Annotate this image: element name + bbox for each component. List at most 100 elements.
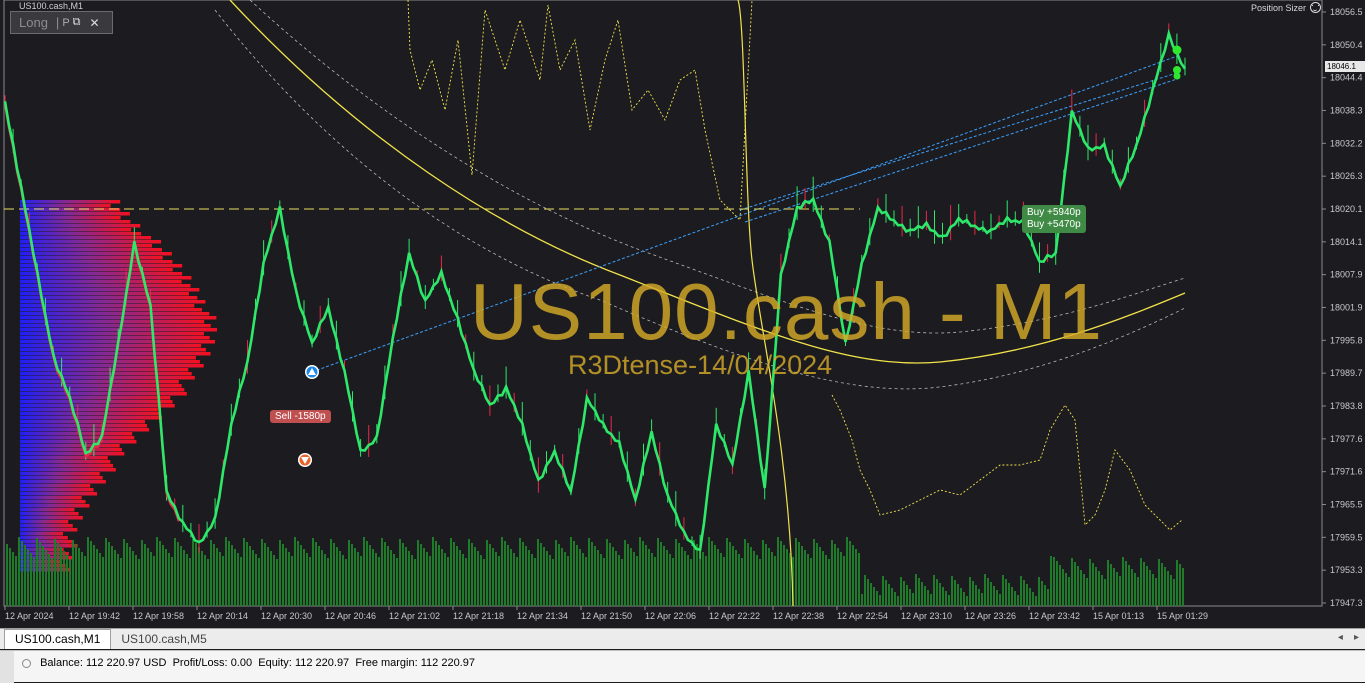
volume-bar [66, 555, 68, 606]
volume-bar [945, 591, 947, 606]
volume-bar [813, 539, 815, 606]
chevron-left-icon[interactable]: ◂ [1338, 632, 1343, 643]
volume-bar [1023, 580, 1025, 606]
restore-icon[interactable]: ⧉ [73, 16, 81, 29]
volume-bar [126, 543, 128, 606]
free-margin-label: Free margin: [355, 657, 418, 669]
volume-bar [498, 556, 500, 606]
volume-bar [1095, 567, 1097, 606]
volume-bar [918, 578, 920, 606]
volume-bar [912, 593, 914, 606]
tab-us100-m5[interactable]: US100.cash,M5 [111, 630, 216, 649]
profile-bar [20, 524, 73, 528]
volume-bar [489, 544, 491, 606]
sell-arrow-icon[interactable] [298, 453, 312, 467]
x-tick-label: 12 Apr 22:06 [645, 611, 696, 621]
volume-bar [1080, 570, 1082, 606]
volume-bar [888, 584, 890, 606]
volume-bar [120, 558, 122, 606]
profile-bar [20, 204, 111, 208]
volume-bar [948, 595, 950, 606]
volume-bar [663, 546, 665, 606]
volume-bar [18, 537, 20, 606]
volume-bar [1116, 572, 1118, 606]
volume-bar [654, 557, 656, 606]
profile-bar [20, 380, 179, 384]
profile-bar [20, 508, 75, 512]
volume-bar [1011, 587, 1013, 606]
profile-bar [20, 528, 78, 532]
volume-bar [588, 538, 590, 606]
volume-bar [33, 557, 35, 606]
volume-bar [924, 586, 926, 606]
volume-bar [96, 549, 98, 606]
time-axis: 12 Apr 2024 12 Apr 19:42 12 Apr 19:58 12 Ap… [4, 606, 1208, 621]
profile-bar [20, 500, 86, 504]
volume-bar [24, 545, 26, 606]
profile-bar [20, 356, 196, 360]
profile-bar [20, 412, 160, 416]
volume-bar [657, 538, 659, 606]
sell-trade-label[interactable]: Sell -1580p [270, 410, 331, 423]
indicator-yellow-dotted-lower [831, 394, 1183, 531]
volume-bar [447, 557, 449, 606]
volume-bar [603, 558, 605, 606]
volume-bar [909, 589, 911, 606]
volume-bar [156, 537, 158, 606]
volume-bar [1083, 574, 1085, 606]
volume-bar [438, 545, 440, 606]
volume-bar [609, 543, 611, 606]
volume-bar [1167, 571, 1169, 606]
volume-bar [531, 554, 533, 606]
buy-arrow-icon[interactable] [305, 365, 319, 379]
close-icon[interactable]: ✕ [90, 16, 100, 30]
profile-bar [20, 492, 98, 496]
volume-bar [273, 555, 275, 606]
volume-bar [1092, 563, 1094, 606]
equity-label: Equity: [258, 657, 292, 669]
buy-trade-label[interactable]: Buy +5940p Buy +5470p [1022, 205, 1086, 233]
volume-bar [390, 550, 392, 606]
volume-bar [651, 553, 653, 606]
volume-bar [69, 559, 71, 606]
volume-bar [252, 550, 254, 606]
volume-bar [768, 548, 770, 606]
volume-bar [402, 543, 404, 606]
volume-bar [309, 557, 311, 606]
profile-bar [20, 368, 189, 372]
volume-bar [1179, 564, 1181, 606]
volume-bar [459, 550, 461, 606]
direction-button[interactable]: Long [19, 15, 48, 30]
mode-label[interactable]: P [62, 17, 69, 29]
position-sizer-button[interactable]: Position Sizer [1251, 2, 1321, 13]
profile-bar [20, 456, 108, 460]
one-click-trading-panel[interactable]: Long | P ⧉ ✕ [10, 11, 113, 34]
tab-scroll-nav: ◂ ▸ [1338, 632, 1359, 643]
volume-bar [360, 556, 362, 606]
free-margin-value: 112 220.97 [420, 657, 475, 669]
volume-bar [54, 539, 56, 606]
volume-bar [1014, 591, 1016, 606]
volume-bar [39, 542, 41, 606]
volume-bar [690, 559, 692, 606]
chevron-right-icon[interactable]: ▸ [1354, 632, 1359, 643]
volume-bar [462, 554, 464, 606]
tab-us100-m1[interactable]: US100.cash,M1 [4, 629, 112, 649]
volume-bar [369, 545, 371, 606]
volume-bar [615, 551, 617, 606]
chart-area[interactable]: 18056.5 18050.4 18044.4 18038.3 18032.2 18026… [0, 0, 1365, 628]
volume-bar [1089, 559, 1091, 606]
profile-bar [20, 232, 142, 236]
volume-bar [57, 543, 59, 606]
volume-bar [729, 542, 731, 606]
volume-bar [288, 552, 290, 606]
volume-bar [903, 581, 905, 606]
volume-bar [1107, 560, 1109, 606]
profile-bar [20, 400, 173, 404]
volume-bar [168, 553, 170, 606]
volume-bar [765, 544, 767, 606]
buy-trade-label-2: Buy +5470p [1027, 219, 1081, 230]
volume-bar [783, 545, 785, 606]
volume-bar [969, 577, 971, 606]
volume-bar [363, 537, 365, 606]
